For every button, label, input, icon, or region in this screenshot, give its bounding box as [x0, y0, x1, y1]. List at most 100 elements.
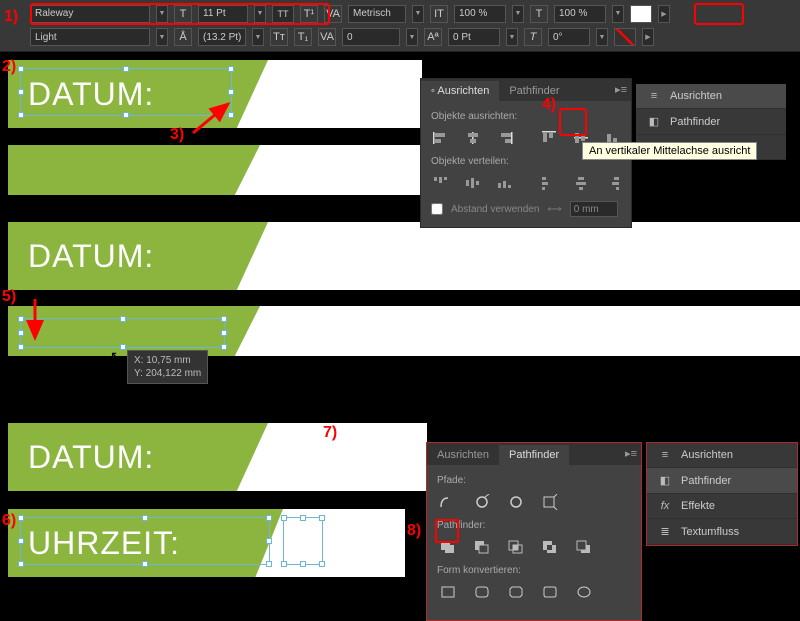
pathfinder-subtract-icon[interactable] — [471, 537, 493, 557]
banner-empty-2[interactable] — [8, 306, 260, 356]
side-item-ausrichten-2[interactable]: ≡Ausrichten — [647, 443, 797, 468]
pathfinder-tab-inactive[interactable]: Pathfinder — [499, 81, 569, 101]
path-reverse-icon[interactable] — [539, 492, 561, 512]
convert-bevelrect-icon[interactable] — [505, 582, 527, 602]
side-item-ausrichten[interactable]: ≡ Ausrichten — [636, 84, 786, 109]
side-item-pathfinder-2[interactable]: ◧ Pathfinder — [647, 468, 797, 494]
pathfinder-tab[interactable]: Pathfinder — [499, 445, 569, 465]
stroke-swatch[interactable] — [614, 28, 636, 46]
align-right-icon[interactable] — [495, 128, 515, 148]
subscript-button[interactable]: T₁ — [294, 28, 312, 46]
distribute-top-icon[interactable] — [431, 173, 451, 193]
align-tab-inactive[interactable]: Ausrichten — [427, 445, 499, 465]
spacing-value-input[interactable] — [570, 201, 618, 217]
leading-input[interactable] — [198, 28, 246, 46]
paths-label: Pfade: — [437, 475, 631, 486]
align-top-icon[interactable] — [539, 128, 559, 148]
pathfinder-intersect-icon[interactable] — [505, 537, 527, 557]
panel-flyout-menu-2[interactable]: ▸≡ — [625, 447, 637, 460]
font-weight-dropdown[interactable]: ▼ — [156, 28, 168, 46]
align-tab[interactable]: Ausrichten — [421, 81, 499, 101]
pathfinder-exclude-icon[interactable] — [539, 537, 561, 557]
banner-datum-2[interactable]: DATUM: — [8, 222, 268, 290]
annotation-3: 3) — [170, 126, 184, 144]
distribute-right-icon[interactable] — [603, 173, 623, 193]
align-icon: ≡ — [657, 449, 673, 461]
banner-datum-3[interactable]: DATUM: — [8, 423, 268, 491]
textwrap-icon: ≣ — [657, 525, 673, 538]
superscript-button[interactable]: T¹ — [300, 5, 318, 23]
side-item-textumfluss[interactable]: ≣Textumfluss — [647, 519, 797, 545]
baseline-dropdown[interactable]: ▼ — [506, 28, 518, 46]
annotation-8: 8) — [407, 522, 421, 540]
annotation-1: 1) — [4, 8, 18, 26]
banner-uhrzeit[interactable]: UHRZEIT: — [8, 509, 283, 577]
banner-datum-2-text: DATUM: — [8, 222, 268, 291]
hscale-icon: T — [530, 5, 548, 23]
tracking-input[interactable] — [342, 28, 400, 46]
side-item-label: Ausrichten — [670, 90, 722, 102]
side-item-pathfinder[interactable]: ◧ Pathfinder — [636, 109, 786, 135]
kerning-input[interactable] — [348, 5, 406, 23]
path-close-icon[interactable] — [505, 492, 527, 512]
pathfinder-icon: ◧ — [657, 474, 673, 487]
skew-icon: T — [524, 28, 542, 46]
convert-ellipse-icon[interactable] — [573, 582, 595, 602]
vscale-dropdown[interactable]: ▼ — [512, 5, 524, 23]
distribute-bottom-icon[interactable] — [495, 173, 515, 193]
font-family-dropdown[interactable]: ▼ — [156, 5, 168, 23]
rotation-input[interactable] — [548, 28, 590, 46]
side-panel-list-bottom: ≡Ausrichten ◧ Pathfinder fxEffekte ≣Textu… — [646, 442, 798, 546]
convert-shape-label: Form konvertieren: — [437, 565, 631, 576]
side-item-label: Pathfinder — [681, 475, 731, 487]
kerning-dropdown[interactable]: ▼ — [412, 5, 424, 23]
vscale-icon: IT — [430, 5, 448, 23]
annotation-6: 6) — [2, 512, 16, 530]
convert-roundrect-icon[interactable] — [471, 582, 493, 602]
annotation-2: 2) — [2, 58, 16, 76]
align-icon: ≡ — [646, 90, 662, 102]
font-family-input[interactable] — [30, 5, 150, 23]
tracking-dropdown[interactable]: ▼ — [406, 28, 418, 46]
hscale-dropdown[interactable]: ▼ — [612, 5, 624, 23]
white-strip-1b — [228, 145, 422, 195]
hscale-input[interactable] — [554, 5, 606, 23]
side-item-effekte-2[interactable]: fxEffekte — [647, 494, 797, 519]
font-size-dropdown[interactable]: ▼ — [254, 5, 266, 23]
distribute-hcenter-icon[interactable] — [571, 173, 591, 193]
stroke-dropdown[interactable]: ▶ — [642, 28, 654, 46]
banner-empty-1[interactable] — [8, 145, 260, 195]
rotation-dropdown[interactable]: ▼ — [596, 28, 608, 46]
convert-rect-icon[interactable] — [437, 582, 459, 602]
pathfinder-add-icon[interactable] — [437, 537, 459, 557]
coord-x: X: 10,75 mm — [134, 354, 201, 367]
allcaps-button[interactable]: TT — [272, 5, 294, 23]
fill-dropdown[interactable]: ▶ — [658, 5, 670, 23]
panel-flyout-menu[interactable]: ▸≡ — [615, 83, 627, 96]
arrow-5 — [25, 296, 45, 346]
pathfinder-minusback-icon[interactable] — [573, 537, 595, 557]
arrow-3 — [188, 98, 238, 138]
align-left-icon[interactable] — [431, 128, 451, 148]
font-size-input[interactable] — [198, 5, 248, 23]
fill-swatch[interactable] — [630, 5, 652, 23]
distribute-left-icon[interactable] — [539, 173, 559, 193]
side-item-label: Pathfinder — [670, 116, 720, 128]
baseline-input[interactable] — [448, 28, 500, 46]
use-spacing-checkbox[interactable] — [431, 203, 443, 215]
white-strip-2 — [232, 222, 800, 290]
smallcaps-button[interactable]: Tᴛ — [270, 28, 288, 46]
leading-dropdown[interactable]: ▼ — [252, 28, 264, 46]
vscale-input[interactable] — [454, 5, 506, 23]
distribute-vcenter-icon[interactable] — [463, 173, 483, 193]
align-hcenter-icon[interactable] — [463, 128, 483, 148]
banner-uhrzeit-text: UHRZEIT: — [8, 509, 283, 578]
tracking-icon: VA — [318, 28, 336, 46]
font-weight-input[interactable] — [30, 28, 150, 46]
convert-inverserect-icon[interactable] — [539, 582, 561, 602]
coord-y: Y: 204,122 mm — [134, 367, 201, 380]
pathfinder-group-label: Pathfinder: — [437, 520, 631, 531]
path-open-icon[interactable] — [471, 492, 493, 512]
path-join-icon[interactable] — [437, 492, 459, 512]
pathfinder-icon: ◧ — [646, 115, 662, 128]
